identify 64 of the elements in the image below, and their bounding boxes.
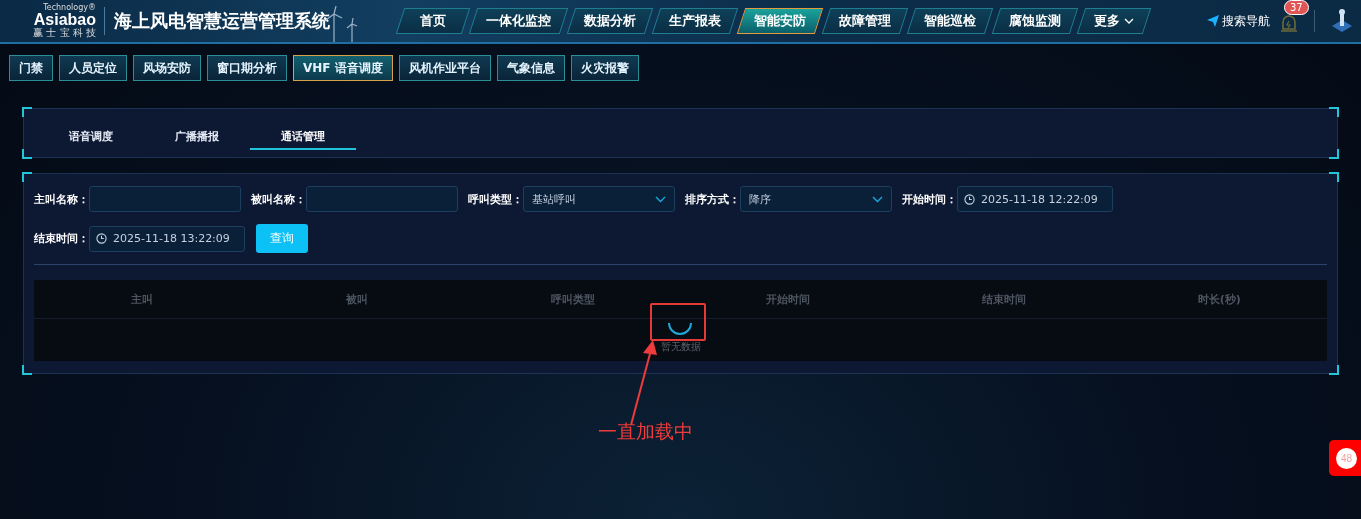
subnav-tab[interactable]: 火灾报警 (570, 55, 639, 81)
annotation-text: 一直加载中 (598, 419, 693, 444)
subnav-tab[interactable]: 气象信息 (496, 55, 565, 81)
nav-tab[interactable]: 故障管理 (821, 8, 909, 34)
count-badge: 48 (1336, 447, 1357, 469)
column-header: 被叫 (345, 291, 370, 307)
logo-tagline: Technology® (43, 4, 96, 12)
column-header: 呼叫类型 (549, 291, 596, 307)
subnav-tab[interactable]: 人员定位 (59, 55, 127, 81)
column-header: 结束时间 (980, 291, 1027, 307)
nav-tab[interactable]: 智能安防 (736, 8, 824, 34)
nav-tab[interactable]: 一体化监控 (468, 8, 569, 34)
logo-name: Asiabao (33, 12, 96, 28)
select-field[interactable]: 基站呼叫 (523, 186, 675, 212)
column-header: 时长(秒) (1196, 291, 1242, 307)
logo-subtitle: 赢 士 宝 科 技 (33, 28, 96, 38)
corner-mark (22, 365, 32, 375)
tab[interactable]: 广播播报 (144, 124, 250, 150)
corner-mark (1329, 149, 1339, 159)
corner-mark (1329, 365, 1339, 375)
nav-tab[interactable]: 更多 (1076, 8, 1152, 34)
filter-label: 被叫名称： (251, 191, 306, 207)
user-avatar-icon[interactable] (1331, 8, 1353, 34)
filter-label: 开始时间： (902, 191, 957, 207)
caret-icon (1124, 18, 1134, 24)
corner-mark (1329, 107, 1339, 117)
nav-tab[interactable]: 数据分析 (566, 8, 654, 34)
highlight-box (650, 303, 706, 341)
input-field[interactable] (306, 186, 458, 212)
column-header: 主叫 (129, 291, 154, 307)
corner-mark (22, 149, 32, 159)
subnav-tab[interactable]: 窗口期分析 (207, 55, 287, 81)
filter-label: 排序方式： (685, 191, 740, 207)
subnav-tab[interactable]: VHF 语音调度 (293, 55, 393, 81)
nav-tab[interactable]: 首页 (395, 8, 471, 34)
search-nav-link[interactable]: 搜索导航 (1207, 12, 1270, 30)
datetime-field[interactable]: 2025-11-18 13:22:09 (89, 225, 245, 252)
input-field[interactable] (89, 186, 241, 212)
subnav-tab[interactable]: 门禁 (9, 55, 53, 81)
select-field[interactable]: 降序 (740, 186, 892, 212)
filter-label: 呼叫类型： (468, 191, 523, 207)
alarm-icon[interactable] (1280, 12, 1298, 32)
datetime-field[interactable]: 2025-11-18 12:22:09 (957, 186, 1113, 212)
column-header: 开始时间 (765, 291, 812, 307)
subnav-tab[interactable]: 风场安防 (133, 55, 201, 81)
empty-text: 暂无数据 (660, 341, 701, 353)
nav-tab[interactable]: 生产报表 (651, 8, 739, 34)
tab[interactable]: 通话管理 (250, 124, 356, 150)
nav-tab[interactable]: 腐蚀监测 (991, 8, 1079, 34)
clock-icon (964, 193, 975, 205)
send-icon (1207, 15, 1219, 27)
chevron-down-icon (655, 195, 666, 203)
corner-mark (22, 107, 32, 117)
subnav-tab[interactable]: 风机作业平台 (398, 55, 491, 81)
clock-icon (96, 233, 107, 244)
system-title: 海上风电智慧运营管理系统 (114, 9, 330, 33)
corner-mark (22, 172, 32, 182)
filter-label: 结束时间： (34, 231, 89, 246)
nav-tab[interactable]: 智能巡检 (906, 8, 994, 34)
filter-label: 主叫名称： (34, 191, 89, 207)
chevron-down-icon (872, 195, 883, 203)
alarm-count-badge: 37 (1284, 0, 1309, 15)
tab[interactable]: 语音调度 (38, 124, 144, 150)
corner-mark (1329, 172, 1339, 182)
